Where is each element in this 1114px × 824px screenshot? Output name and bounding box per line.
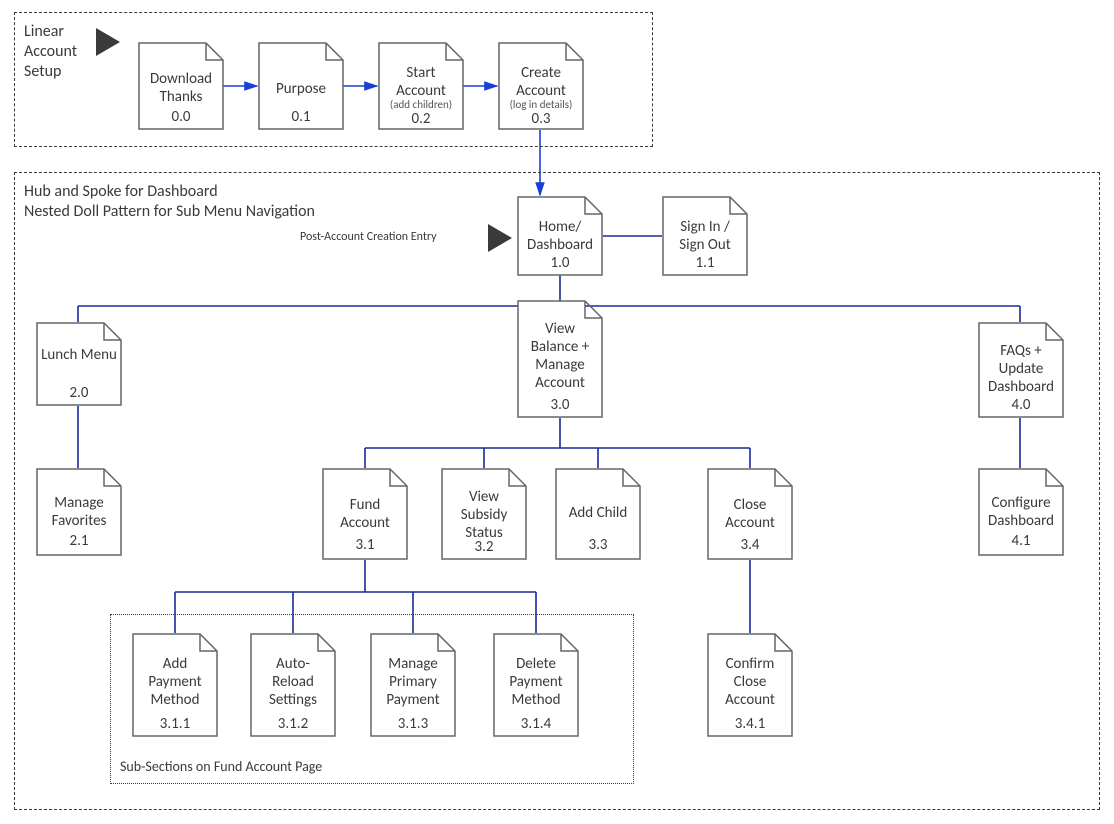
- node-1-0: Home/ Dashboard 1.0: [517, 196, 603, 276]
- node-0-1: Purpose 0.1: [258, 42, 344, 130]
- node-3-1: Fund Account 3.1: [322, 468, 408, 560]
- node-2-0: Lunch Menu 2.0: [36, 322, 122, 406]
- node-1-1: Sign In / Sign Out 1.1: [662, 196, 748, 276]
- node-3-1-1: Add Payment Method 3.1.1: [132, 633, 218, 737]
- node-3-0: View Balance + Manage Account 3.0: [517, 300, 603, 418]
- post-account-entry-label: Post-Account Creation Entry: [300, 230, 437, 245]
- node-3-3: Add Child 3.3: [555, 468, 641, 560]
- node-3-1-2: Auto- Reload Settings 3.1.2: [250, 633, 336, 737]
- node-4-0: FAQs + Update Dashboard 4.0: [978, 322, 1064, 418]
- entry-marker-dashboard: [488, 224, 512, 252]
- diagram-canvas: Linear Account Setup Hub and Spoke for D…: [0, 0, 1114, 824]
- group2-title1: Hub and Spoke for Dashboard: [24, 182, 218, 202]
- node-0-3: Create Account (log in details) 0.3: [498, 42, 584, 130]
- node-3-4: Close Account 3.4: [707, 468, 793, 560]
- node-2-1: Manage Favorites 2.1: [36, 468, 122, 556]
- node-3-1-3: Manage Primary Payment 3.1.3: [370, 633, 456, 737]
- node-3-4-1: Confirm Close Account 3.4.1: [707, 633, 793, 737]
- node-3-1-4: Delete Payment Method 3.1.4: [493, 633, 579, 737]
- group1-title: Linear Account Setup: [24, 22, 77, 82]
- entry-marker-top: [96, 28, 120, 56]
- node-4-1: Configure Dashboard 4.1: [978, 468, 1064, 556]
- group3-title: Sub-Sections on Fund Account Page: [120, 758, 322, 776]
- node-0-2: Start Account (add children) 0.2: [378, 42, 464, 130]
- group2-title2: Nested Doll Pattern for Sub Menu Navigat…: [24, 202, 315, 222]
- node-3-2: View Subsidy Status 3.2: [441, 468, 527, 560]
- node-0-0: Download Thanks 0.0: [138, 42, 224, 130]
